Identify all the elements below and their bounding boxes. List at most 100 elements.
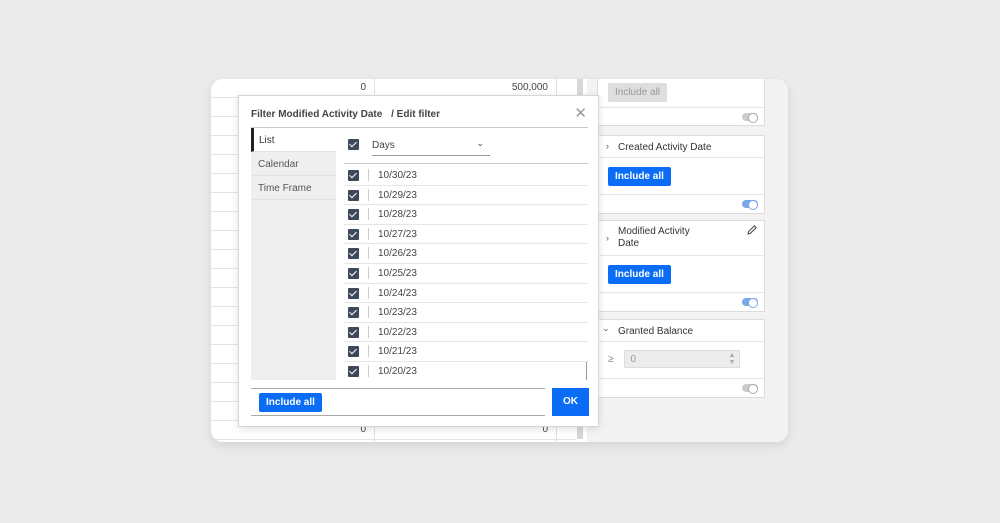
filter-card-header[interactable]: › Granted Balance [598,320,764,342]
list-item[interactable]: 10/20/23 [344,362,588,380]
range-input: ≥ 0 ▲ ▼ [608,350,754,368]
item-checkbox[interactable] [348,346,359,358]
filter-card-footer [598,108,764,126]
divider [368,345,369,358]
item-checkbox[interactable] [348,307,359,319]
dialog-subtitle: / Edit filter [391,109,441,120]
filter-card-granted-balance: › Granted Balance ≥ 0 ▲ ▼ [597,319,765,398]
item-checkbox[interactable] [348,365,359,377]
list-item[interactable]: 10/28/23 [344,205,588,225]
divider [368,227,369,240]
chevron-down-icon: ⌄ [476,138,484,148]
divider [368,306,369,319]
filter-card-title: Created Activity Date [618,142,712,153]
filter-card-body: Include all [598,158,764,195]
filter-panel: Include all › Created Activity Date Incl… [587,79,788,442]
filter-mode-nav: List Calendar Time Frame [251,128,336,380]
item-checkbox[interactable] [348,287,359,299]
filter-card: Include all [597,79,765,126]
list-item[interactable]: 10/26/23 [344,244,588,264]
divider [251,415,545,416]
list-item[interactable]: 10/25/23 [344,264,588,284]
date-label: 10/23/23 [378,307,417,319]
filter-card-title: Granted Balance [618,326,694,337]
date-label: 10/22/23 [378,326,417,338]
date-label: 10/26/23 [378,248,417,260]
filter-card-title-line2: Date [618,238,640,249]
filter-toggle[interactable] [742,298,758,308]
divider [368,188,369,201]
filter-toggle[interactable] [742,200,758,210]
edit-filter-dialog: Filter Modified Activity Date / Edit fil… [238,95,599,427]
date-label: 10/30/23 [378,170,417,181]
divider [368,208,369,221]
spinner-icon[interactable]: ▲ ▼ [729,352,736,366]
pencil-icon[interactable] [746,224,758,240]
filter-card-body: ≥ 0 ▲ ▼ [598,342,764,379]
date-label: 10/21/23 [378,346,417,358]
list-item[interactable]: 10/23/23 [344,303,588,323]
filter-card-footer [598,293,764,311]
date-label: 10/24/23 [378,287,417,299]
table-cell: 500,000 [511,82,548,93]
filter-card-title: Modified Activity [618,226,690,237]
divider [251,388,545,389]
filter-card-created-activity-date: › Created Activity Date Include all [597,135,765,214]
filter-card-footer [598,379,764,397]
date-label: 10/28/23 [378,209,417,221]
list-scrollbar[interactable] [586,362,587,380]
filter-card-body: Include all [598,79,764,108]
item-checkbox[interactable] [348,228,359,240]
divider [368,247,369,260]
list-item[interactable]: 10/27/23 [344,225,588,245]
list-item[interactable]: 10/22/23 [344,323,588,343]
list-item[interactable]: 10/21/23 [344,342,588,362]
date-label: 10/29/23 [378,189,417,201]
table-cell: 0 [360,82,366,93]
list-item[interactable]: 10/29/23 [344,186,588,206]
item-checkbox[interactable] [348,326,359,338]
item-checkbox[interactable] [348,209,359,221]
chevron-right-icon: › [606,233,609,243]
item-checkbox[interactable] [348,189,359,201]
filter-card-body: Include all [598,256,764,293]
date-list: 10/30/23 10/29/23 10/28/23 10/27/23 10/2… [344,166,588,380]
select-all-checkbox[interactable] [348,139,359,150]
dialog-title-text: Filter Modified Activity Date [251,109,383,120]
chevron-down-icon: › [601,328,612,332]
item-checkbox[interactable] [348,248,359,260]
list-header: Days ⌄ [344,134,588,164]
ok-button[interactable]: OK [552,388,589,416]
divider [368,266,369,279]
filter-card-header[interactable]: › Created Activity Date [598,136,764,158]
filter-card-footer [598,195,764,213]
group-by-select[interactable]: Days ⌄ [372,138,490,156]
close-icon[interactable]: ✕ [574,104,587,122]
balance-value: 0 [630,354,637,365]
include-all-button[interactable]: Include all [608,265,671,284]
chevron-right-icon: › [606,141,609,151]
nav-item-time-frame[interactable]: Time Frame [251,176,336,200]
filter-toggle[interactable] [742,113,758,123]
date-label: 10/20/23 [378,365,417,377]
include-all-button[interactable]: Include all [608,83,668,102]
filter-toggle[interactable] [742,384,758,394]
list-item[interactable]: 10/30/23 [344,166,588,186]
nav-item-list[interactable]: List [251,128,336,152]
divider [368,286,369,299]
item-checkbox[interactable] [348,170,359,181]
divider [368,364,369,377]
list-item[interactable]: 10/24/23 [344,284,588,304]
dialog-title: Filter Modified Activity Date / Edit fil… [251,109,440,120]
group-by-value: Days [372,140,395,151]
nav-item-calendar[interactable]: Calendar [251,152,336,176]
include-all-button[interactable]: Include all [259,393,322,412]
item-checkbox[interactable] [348,267,359,279]
include-all-button[interactable]: Include all [608,167,671,186]
filter-card-header[interactable]: › Modified Activity Date [598,221,764,256]
date-label: 10/25/23 [378,267,417,279]
divider [368,169,369,181]
balance-input[interactable]: 0 ▲ ▼ [623,350,740,368]
operator-label: ≥ [608,353,614,365]
divider [368,325,369,338]
